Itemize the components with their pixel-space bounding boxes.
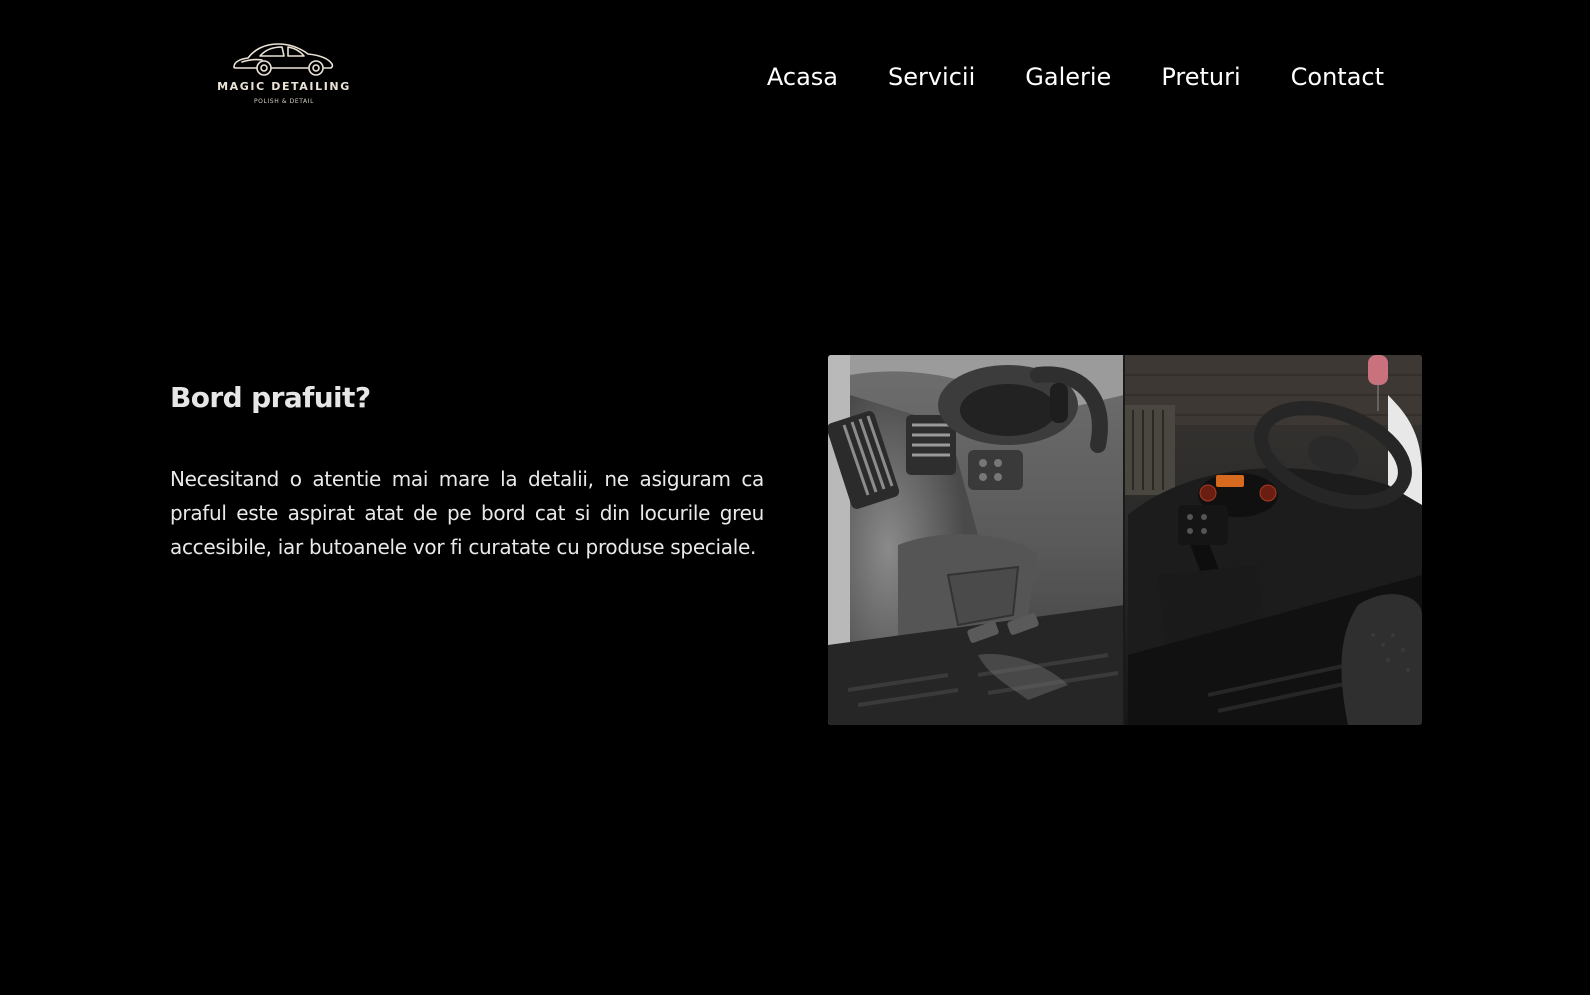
service-description: Bord prafuit? Necesitand o atentie mai m… (170, 378, 764, 564)
section-body: Necesitand o atentie mai mare la detalii… (170, 467, 764, 559)
nav-item-acasa[interactable]: Acasa (742, 60, 863, 94)
section-heading: Bord prafuit? (170, 381, 371, 414)
nav-item-galerie[interactable]: Galerie (1000, 60, 1136, 94)
before-after-photo (828, 355, 1422, 725)
brand-name: MAGIC DETAILING (217, 80, 351, 93)
nav-item-preturi[interactable]: Preturi (1136, 60, 1265, 94)
vintage-car-icon (233, 43, 334, 76)
site-header: MAGIC DETAILING POLISH & DETAIL Acasa Se… (0, 0, 1590, 150)
brand-tagline: POLISH & DETAIL (253, 98, 315, 105)
dashboard-comparison-image (828, 355, 1422, 725)
brand-logo[interactable]: MAGIC DETAILING POLISH & DETAIL (208, 40, 360, 110)
nav-item-contact[interactable]: Contact (1266, 60, 1400, 94)
nav-item-servicii[interactable]: Servicii (863, 60, 1000, 94)
main-nav: Acasa Servicii Galerie Preturi Contact (742, 60, 1400, 94)
